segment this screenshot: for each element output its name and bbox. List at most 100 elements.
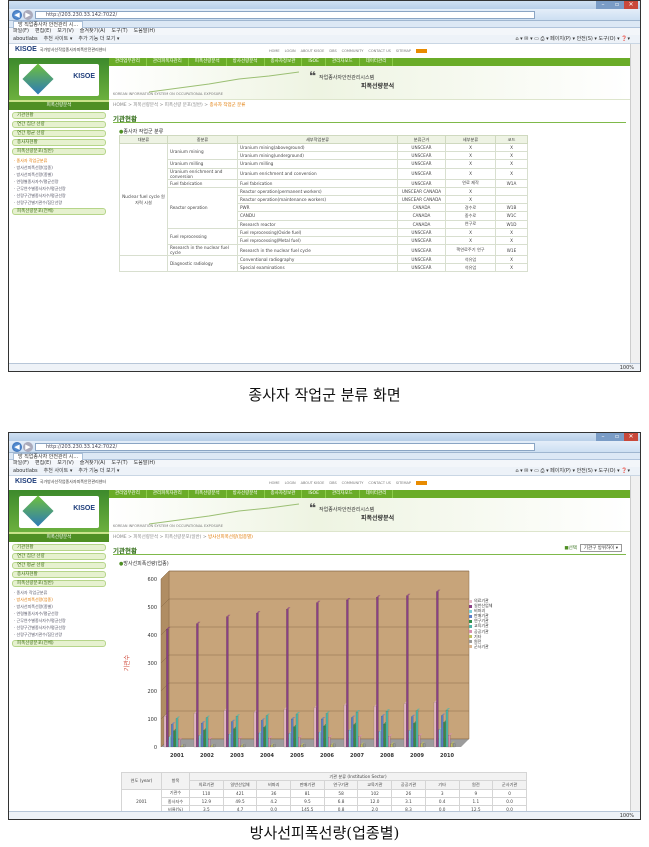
sector-select[interactable]: 선택기관구 방위하이 ▾ bbox=[564, 544, 622, 552]
fav-recommended[interactable]: 추천 사이트 ▾ bbox=[44, 36, 73, 42]
gnb-item[interactable]: 관리자모드 bbox=[326, 58, 360, 66]
sidebar-item-distribution-general[interactable]: 피폭선량분포(일반) bbox=[12, 580, 106, 587]
sidebar-item-distribution-general[interactable]: 피폭선량분포(일반) bbox=[12, 148, 106, 155]
gnb-item[interactable]: 데이터관리 bbox=[360, 490, 394, 498]
sidebar-subitem[interactable]: · 종사자 작업군분류 bbox=[9, 589, 109, 596]
sidebar-item-distribution-all[interactable]: 피폭선량분포(전체) bbox=[12, 640, 106, 647]
breadcrumb-path[interactable]: HOME > 피폭선량분석 > 피폭선량분포(일반) > bbox=[113, 535, 207, 540]
command-bar[interactable]: ⌂ ▾ ✉ ▾ ▭ ⎙ ▾ 페이지(P) ▾ 안전(S) ▾ 도구(O) ▾ ❓… bbox=[515, 467, 630, 476]
gnb-item[interactable]: 관리업무관리 bbox=[109, 490, 147, 498]
gnb-item[interactable]: 방사선량분석 bbox=[227, 58, 265, 66]
breadcrumb-path[interactable]: HOME > 피폭선량분석 > 피폭선량 분포(일반) > bbox=[113, 103, 208, 108]
sidebar-subitem[interactable]: · 방사선피폭선량(종별) bbox=[9, 603, 109, 610]
menu-favorites[interactable]: 즐겨찾기(A) bbox=[80, 28, 106, 34]
command-bar[interactable]: ⌂ ▾ ✉ ▾ ▭ ⎙ ▾ 페이지(P) ▾ 안전(S) ▾ 도구(O) ▾ ❓… bbox=[515, 35, 630, 44]
sidebar-item-collective-dose[interactable]: 연간 집단 선량 bbox=[12, 553, 106, 560]
browser-tab[interactable]: 방 직업종사자 안전관리 시... bbox=[13, 21, 84, 28]
gnb-item[interactable]: 데이터관리 bbox=[360, 58, 394, 66]
site-logo[interactable]: KISOE 국가방사선작업종사자피폭안전관리센터 bbox=[15, 478, 106, 485]
close-button[interactable]: ✕ bbox=[624, 1, 638, 9]
toplink-sitemap[interactable]: SITEMAP bbox=[396, 481, 411, 485]
sidebar-subitem[interactable]: · 근무연수별종사자수/평균선량 bbox=[9, 617, 109, 624]
sidebar-item-workers[interactable]: 종사자현황 bbox=[12, 571, 106, 578]
sidebar-subitem[interactable]: · 방사선피폭선량(업종) bbox=[9, 596, 109, 603]
sidebar-item-average-dose[interactable]: 연간 평균 선량 bbox=[12, 130, 106, 137]
forward-icon[interactable]: ▶ bbox=[23, 442, 33, 452]
sidebar-item-institution[interactable]: 기관현황 bbox=[12, 112, 106, 119]
fav-aboutlabs[interactable]: aboutlabs bbox=[13, 36, 38, 42]
gnb-item[interactable]: 관리자모드 bbox=[326, 490, 360, 498]
close-button[interactable]: ✕ bbox=[624, 433, 638, 441]
toplink-contact[interactable]: CONTACT US bbox=[368, 481, 391, 485]
fav-recommended[interactable]: 추천 사이트 ▾ bbox=[44, 468, 73, 474]
vertical-scrollbar[interactable] bbox=[630, 476, 640, 811]
sidebar-subitem[interactable]: · 선량구간별종사자수/평균선량 bbox=[9, 192, 109, 199]
sidebar-item-distribution-all[interactable]: 피폭선량분포(전체) bbox=[12, 208, 106, 215]
url-input[interactable]: http://203.230.33.142:7022/ bbox=[35, 11, 535, 19]
sidebar-subitem[interactable]: · 선량구간별종사자수/평균선량 bbox=[9, 624, 109, 631]
sidebar-subitem[interactable]: · 방사선피폭선량(업종) bbox=[9, 164, 109, 171]
maximize-button[interactable]: ▫ bbox=[610, 1, 624, 9]
menu-favorites[interactable]: 즐겨찾기(A) bbox=[80, 460, 106, 466]
toplink-contact[interactable]: CONTACT US bbox=[368, 49, 391, 53]
maximize-button[interactable]: ▫ bbox=[610, 433, 624, 441]
gnb-item[interactable]: 관리업무관리 bbox=[109, 58, 147, 66]
fav-addons[interactable]: 추가 기능 더 보기 ▾ bbox=[78, 468, 119, 474]
toplink-home[interactable]: HOME bbox=[269, 481, 280, 485]
browser-tab[interactable]: 방 직업종사자 안전관리 시... bbox=[13, 453, 84, 460]
sidebar-item-collective-dose[interactable]: 연간 집단 선량 bbox=[12, 121, 106, 128]
sidebar-subitem[interactable]: · 종사자 작업군분류 bbox=[9, 157, 109, 164]
sidebar-subitem[interactable]: · 선량구간별기관수/집단선량 bbox=[9, 631, 109, 638]
menu-help[interactable]: 도움말(H) bbox=[134, 460, 155, 466]
toplink-community[interactable]: COMMUNITY bbox=[342, 49, 364, 53]
sidebar-subitem[interactable]: · 선량구간별기관수/집단선량 bbox=[9, 199, 109, 206]
toplink-badge[interactable] bbox=[416, 481, 427, 485]
gnb-item[interactable]: 방사선량분석 bbox=[227, 490, 265, 498]
toplink-login[interactable]: LOGIN bbox=[285, 49, 296, 53]
gnb-item[interactable]: 피폭선량분석 bbox=[189, 58, 227, 66]
toplink-sitemap[interactable]: SITEMAP bbox=[396, 49, 411, 53]
toplink-login[interactable]: LOGIN bbox=[285, 481, 296, 485]
gnb-item[interactable]: ISOE bbox=[302, 490, 326, 498]
forward-icon[interactable]: ▶ bbox=[23, 10, 33, 20]
sidebar-subitem[interactable]: · 방사선피폭선량(종별) bbox=[9, 171, 109, 178]
gnb-item[interactable]: 피폭선량분석 bbox=[189, 490, 227, 498]
toplink-about[interactable]: ABOUT KISOE bbox=[301, 481, 325, 485]
sidebar-item-average-dose[interactable]: 연간 평균 선량 bbox=[12, 562, 106, 569]
toplink-dbs[interactable]: DBS bbox=[329, 481, 336, 485]
back-icon[interactable]: ◀ bbox=[12, 10, 22, 20]
select-dropdown[interactable]: 기관구 방위하이 ▾ bbox=[579, 544, 622, 552]
url-input[interactable]: http://203.230.33.142:7022/ bbox=[35, 443, 535, 451]
bar-2003-4 bbox=[233, 728, 236, 748]
legend-swatch bbox=[469, 619, 472, 623]
sidebar-item-workers[interactable]: 종사자현황 bbox=[12, 139, 106, 146]
fav-aboutlabs[interactable]: aboutlabs bbox=[13, 468, 38, 474]
zoom-level[interactable]: 100% bbox=[620, 365, 634, 371]
gnb-item[interactable]: 종사자정보관 bbox=[265, 490, 303, 498]
toplink-dbs[interactable]: DBS bbox=[329, 49, 336, 53]
back-icon[interactable]: ◀ bbox=[12, 442, 22, 452]
toplink-about[interactable]: ABOUT KISOE bbox=[301, 49, 325, 53]
toplink-home[interactable]: HOME bbox=[269, 49, 280, 53]
toplink-community[interactable]: COMMUNITY bbox=[342, 481, 364, 485]
gnb-item[interactable]: 종사자정보관 bbox=[265, 58, 303, 66]
toplink-badge[interactable] bbox=[416, 49, 427, 53]
minimize-button[interactable]: – bbox=[596, 1, 610, 9]
sidebar-item-institution[interactable]: 기관현황 bbox=[12, 544, 106, 551]
menu-tools[interactable]: 도구(T) bbox=[112, 28, 128, 34]
gnb-item[interactable]: ISOE bbox=[302, 58, 326, 66]
gnb-item[interactable]: 관리피폭자관리 bbox=[147, 58, 189, 66]
fav-addons[interactable]: 추가 기능 더 보기 ▾ bbox=[78, 36, 119, 42]
sidebar-subitem[interactable]: · 연령별종사자수/평균선량 bbox=[9, 610, 109, 617]
sidebar-subitem[interactable]: · 연령별종사자수/평균선량 bbox=[9, 178, 109, 185]
gnb-item[interactable]: 관리피폭자관리 bbox=[147, 490, 189, 498]
menu-help[interactable]: 도움말(H) bbox=[134, 28, 155, 34]
bar-2010-2 bbox=[438, 729, 441, 748]
menu-tools[interactable]: 도구(T) bbox=[112, 460, 128, 466]
sidebar-subitem[interactable]: · 근무연수별종사자수/평균선량 bbox=[9, 185, 109, 192]
vertical-scrollbar[interactable] bbox=[630, 44, 640, 363]
minimize-button[interactable]: – bbox=[596, 433, 610, 441]
zoom-level[interactable]: 100% bbox=[620, 813, 634, 819]
site-logo[interactable]: KISOE 국가방사선작업종사자피폭안전관리센터 bbox=[15, 46, 106, 53]
basis-cell: UNSCEAR bbox=[397, 263, 446, 273]
